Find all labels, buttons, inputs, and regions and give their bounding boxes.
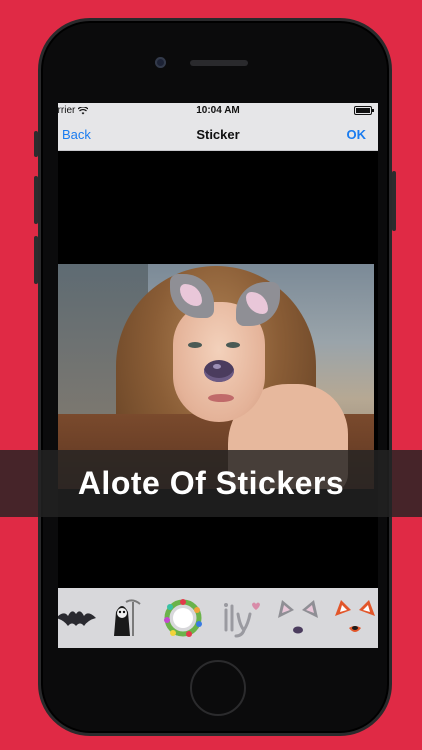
bat-sticker-icon[interactable] (58, 596, 98, 640)
app-screen: arrier 10:04 AM Back Sticker OK (58, 103, 378, 648)
power-button (392, 171, 396, 231)
reaper-sticker-icon[interactable] (100, 596, 144, 640)
mute-switch (34, 131, 38, 157)
ily-text-sticker-icon[interactable] (218, 596, 262, 640)
floral-wreath-sticker-icon[interactable] (161, 596, 205, 640)
earpiece-speaker (190, 60, 248, 66)
fox-ears-sticker-icon[interactable] (333, 596, 377, 640)
volume-down-button (34, 236, 38, 284)
cat-nose-sticker[interactable] (204, 360, 234, 382)
sticker-picker[interactable] (58, 588, 378, 648)
ok-button[interactable]: OK (347, 127, 367, 142)
cat-ears-sticker-icon[interactable] (276, 596, 320, 640)
promo-banner: Alote Of Stickers (0, 450, 422, 517)
page-title: Sticker (196, 127, 240, 142)
navigation-bar: Back Sticker OK (58, 118, 378, 151)
front-camera (155, 57, 166, 68)
home-button[interactable] (190, 660, 246, 716)
battery-icon (354, 106, 374, 115)
left-eye (188, 342, 202, 348)
status-time: 10:04 AM (196, 105, 240, 116)
right-eye (226, 342, 240, 348)
status-bar: arrier 10:04 AM (58, 103, 378, 118)
volume-up-button (34, 176, 38, 224)
photo-lips (208, 394, 234, 402)
promo-banner-text: Alote Of Stickers (77, 465, 345, 501)
